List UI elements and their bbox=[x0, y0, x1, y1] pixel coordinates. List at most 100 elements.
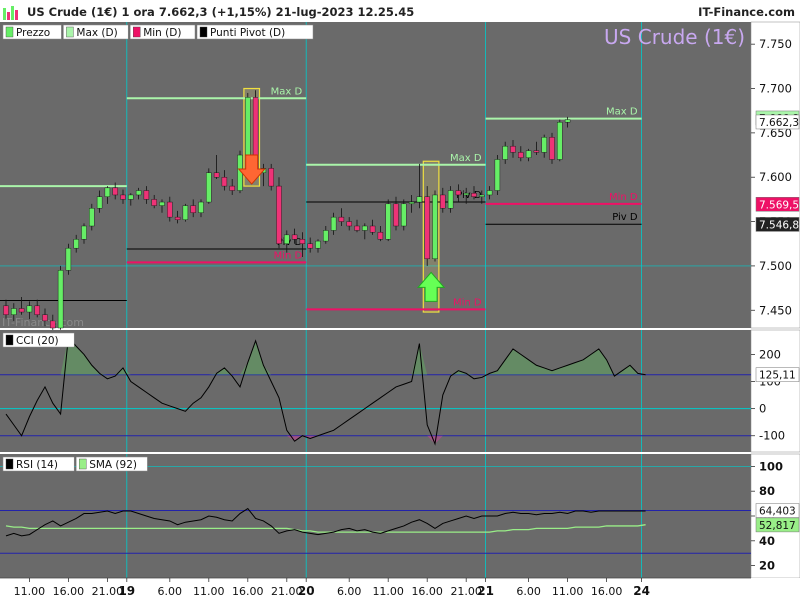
price-y-tick-label-5: 7.700 bbox=[759, 82, 792, 96]
chart-canvas: US Crude (1€) 1 ora 7.662,3 (+1,15%) 21-… bbox=[0, 0, 800, 600]
x-tick-label-10: 11.00 bbox=[372, 585, 404, 598]
rsi-y-tick-label-3: 40 bbox=[759, 534, 775, 548]
x-tick-label-9: 6.00 bbox=[337, 585, 362, 598]
candle-body-68 bbox=[533, 150, 540, 153]
candle-body-51 bbox=[401, 203, 407, 227]
candle-body-25 bbox=[198, 201, 204, 213]
candle-body-12 bbox=[96, 196, 103, 209]
candle-body-70 bbox=[549, 137, 555, 160]
candle-body-24 bbox=[190, 205, 196, 213]
candle-body-22 bbox=[174, 216, 181, 220]
price-y-tick-label-3: 7.600 bbox=[759, 170, 792, 184]
candle-body-61 bbox=[479, 194, 485, 197]
candle-body-26 bbox=[206, 172, 212, 203]
rsi-value-tag-0-label: 64,403 bbox=[759, 506, 796, 518]
x-tick-label-0: 11.00 bbox=[14, 585, 46, 598]
candle-body-56 bbox=[440, 194, 446, 209]
logo-bar-3 bbox=[15, 10, 18, 20]
candle-body-64 bbox=[502, 145, 508, 160]
candle-body-23 bbox=[182, 205, 189, 220]
candle-body-19 bbox=[151, 199, 157, 206]
x-tick-label-15: 11.00 bbox=[552, 585, 584, 598]
price-legend-label-1: Max (D) bbox=[76, 27, 117, 39]
x-tick-label-1: 16.00 bbox=[53, 585, 85, 598]
price-value-tag-3-label: 7.546,8 bbox=[759, 219, 799, 231]
candle-body-46 bbox=[362, 225, 368, 231]
candle-body-62 bbox=[486, 190, 493, 196]
candle-body-38 bbox=[299, 239, 306, 244]
candle-body-41 bbox=[323, 230, 329, 242]
price-legend-label-0: Prezzo bbox=[16, 27, 50, 39]
rsi-legend-swatch-0 bbox=[5, 458, 14, 470]
candle-body-71 bbox=[557, 122, 563, 160]
candle-body-10 bbox=[81, 225, 87, 240]
candle-body-0 bbox=[3, 305, 9, 315]
instrument-title-line: US Crude (1€) 1 ora 7.662,3 (+1,15%) 21-… bbox=[27, 5, 414, 19]
price-y-tick-label-0: 7.450 bbox=[759, 303, 792, 317]
brand-label: IT-Finance.com bbox=[698, 5, 795, 19]
candle-body-2 bbox=[18, 308, 25, 313]
candle-body-66 bbox=[518, 152, 524, 158]
candle-body-49 bbox=[385, 203, 391, 240]
candle-body-67 bbox=[525, 150, 532, 158]
level-label-2: Max D bbox=[271, 86, 303, 97]
rsi-legend-label-1: SMA (92) bbox=[89, 459, 137, 471]
cci-y-tick-label-0: 200 bbox=[759, 347, 781, 361]
candle-body-42 bbox=[330, 216, 337, 231]
cci-y-tick-label-3: -100 bbox=[759, 429, 785, 443]
rsi-y-tick-label-1: 80 bbox=[759, 484, 775, 498]
candle-body-58 bbox=[455, 190, 462, 196]
x-tick-label-13: 21 bbox=[477, 584, 494, 598]
cci-y-tick-label-2: 0 bbox=[759, 402, 766, 416]
level-label-7: Min D bbox=[453, 297, 482, 308]
candle-body-5 bbox=[42, 314, 48, 322]
candle-body-1 bbox=[11, 308, 17, 315]
candle-body-39 bbox=[307, 243, 313, 249]
candle-body-3 bbox=[26, 305, 33, 313]
candle-body-72 bbox=[564, 119, 571, 123]
cci-legend-swatch-0 bbox=[5, 334, 14, 346]
candle-body-13 bbox=[104, 187, 111, 197]
level-label-10: Piv D bbox=[612, 212, 638, 223]
candle-body-21 bbox=[167, 201, 173, 218]
x-tick-label-17: 24 bbox=[633, 584, 650, 598]
price-value-tag-2-label: 7.569,5 bbox=[759, 199, 799, 211]
price-chart-title: US Crude (1€) bbox=[604, 25, 745, 49]
x-tick-label-3: 19 bbox=[118, 584, 135, 598]
candle-body-27 bbox=[213, 172, 220, 178]
price-legend-swatch-1 bbox=[66, 26, 74, 38]
candle-body-63 bbox=[494, 159, 501, 191]
rsi-value-tag-1-label: 52,817 bbox=[759, 520, 796, 532]
candle-body-20 bbox=[159, 201, 165, 206]
level-label-8: Max D bbox=[606, 107, 638, 118]
candle-body-48 bbox=[377, 232, 384, 240]
price-legend-label-3: Punti Pivot (D) bbox=[210, 27, 285, 39]
x-tick-label-6: 16.00 bbox=[232, 585, 264, 598]
level-label-9: Min D bbox=[609, 192, 638, 203]
candle-body-43 bbox=[338, 216, 345, 222]
x-tick-label-5: 11.00 bbox=[193, 585, 225, 598]
price-legend-swatch-2 bbox=[132, 26, 141, 38]
rsi-y-tick-label-4: 20 bbox=[759, 559, 775, 573]
candle-body-69 bbox=[541, 137, 547, 153]
candle-body-15 bbox=[120, 194, 126, 200]
price-legend-swatch-3 bbox=[199, 26, 208, 38]
candle-body-17 bbox=[135, 190, 142, 196]
candle-body-4 bbox=[34, 305, 40, 315]
cci-legend-label-0: CCI (20) bbox=[16, 335, 59, 347]
candle-body-29 bbox=[229, 185, 235, 191]
candle-body-45 bbox=[354, 225, 360, 231]
rsi-plot-area bbox=[0, 454, 751, 578]
price-y-tick-label-1: 7.500 bbox=[759, 259, 792, 273]
x-tick-label-8: 20 bbox=[298, 584, 315, 598]
candle-body-8 bbox=[65, 247, 72, 271]
rsi-legend-label-0: RSI (14) bbox=[16, 459, 58, 471]
candle-body-9 bbox=[73, 239, 79, 249]
logo-bar-0 bbox=[3, 8, 6, 20]
cci-value-tag-0-label: 125,11 bbox=[759, 370, 796, 382]
rsi-y-tick-label-0: 100 bbox=[759, 459, 783, 473]
level-label-5: Max D bbox=[450, 153, 482, 164]
candle-body-54 bbox=[424, 196, 430, 260]
candle-body-6 bbox=[50, 320, 56, 329]
candle-body-40 bbox=[315, 240, 321, 249]
